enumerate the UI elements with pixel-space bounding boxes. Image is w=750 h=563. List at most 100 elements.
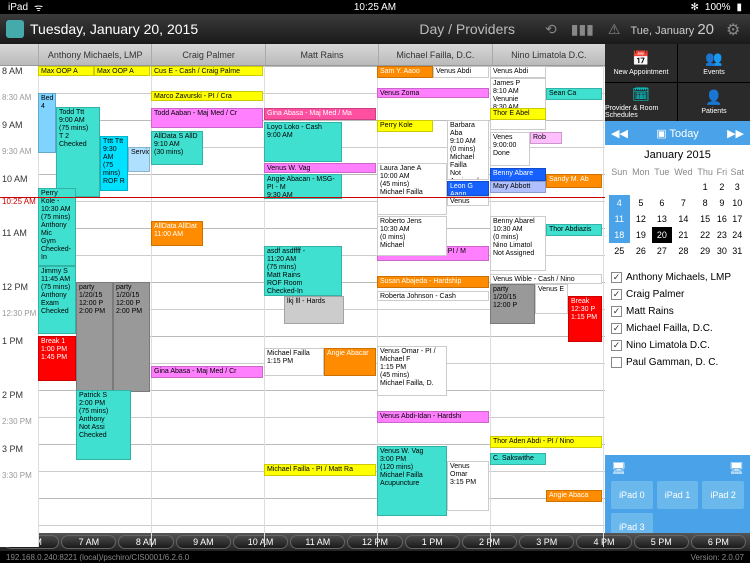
appointment-block[interactable]: asdf asdffff - 11:20 AM (75 mins) Matt R… bbox=[264, 246, 342, 296]
appointment-block[interactable]: Venus Omar - PI / Michael F 1:15 PM (45 … bbox=[377, 346, 447, 396]
mini-cal-day[interactable]: 11 bbox=[609, 211, 630, 227]
appointment-block[interactable]: Gina Abasa - Maj Med / Ma bbox=[264, 108, 376, 120]
appointment-block[interactable]: Venus Abdi bbox=[490, 66, 546, 78]
appointment-block[interactable]: Bed 4 bbox=[38, 93, 56, 153]
appointment-block[interactable]: Break 1 1:00 PM 1:45 PM bbox=[38, 336, 76, 381]
mini-cal-day[interactable]: 18 bbox=[609, 227, 630, 243]
ruler-hour[interactable]: 7 AM bbox=[61, 535, 116, 549]
provider-header[interactable]: Matt Rains bbox=[265, 44, 378, 65]
appointment-block[interactable]: Marco Zavurski - PI / Cra bbox=[151, 91, 263, 101]
appointment-block[interactable]: Venus Abdi-Idan - Hardshi bbox=[377, 411, 489, 423]
ruler-hour[interactable]: 8 AM bbox=[118, 535, 173, 549]
appointment-block[interactable]: Venus W. Vag 3:00 PM (120 mins) Michael … bbox=[377, 446, 447, 516]
header-mini-date[interactable]: Tue, January 20 bbox=[630, 21, 714, 38]
mini-cal-day[interactable]: 5 bbox=[630, 195, 653, 211]
provider-header[interactable]: Craig Palmer bbox=[151, 44, 264, 65]
mini-cal-day[interactable]: 12 bbox=[630, 211, 653, 227]
mini-cal-day[interactable]: 2 bbox=[715, 179, 728, 195]
monitor-icon[interactable]: 🖥 bbox=[611, 461, 626, 475]
appointment-block[interactable]: Angie Abacar bbox=[324, 348, 376, 376]
sidebar-action-patients[interactable]: 👤Patients bbox=[678, 83, 750, 121]
view-mode-selector[interactable]: Day / Providers bbox=[399, 21, 535, 37]
appointment-block[interactable]: Michael Failla - PI / Matt Ra bbox=[264, 464, 376, 476]
mini-cal-day[interactable] bbox=[609, 179, 630, 195]
appointment-block[interactable]: Angie Abacan - MSG-PI - M 9:30 AM bbox=[264, 174, 342, 199]
alert-icon[interactable]: ⚠ bbox=[608, 21, 621, 38]
device-tile[interactable]: iPad 2 bbox=[702, 481, 744, 509]
appointment-block[interactable]: Todd Ttt 9:00 AM (75 mins) T 2 Checked bbox=[56, 107, 100, 197]
checkbox-icon[interactable]: ✓ bbox=[611, 306, 622, 317]
mini-cal-day[interactable]: 16 bbox=[715, 211, 728, 227]
appointment-block[interactable]: Patrick S 2:00 PM (75 mins) Anthony Not … bbox=[76, 390, 131, 460]
appointment-block[interactable]: Cus E - Cash / Craig Palme bbox=[151, 66, 263, 76]
appointment-block[interactable]: Todd Aaban - Maj Med / Cr bbox=[151, 108, 263, 128]
mini-cal-day[interactable] bbox=[672, 179, 696, 195]
calendar-grid[interactable]: 8 AM8:30 AM9 AM9:30 AM10 AM10:25 AM11 AM… bbox=[0, 66, 605, 547]
sidebar-action-provider-room-schedules[interactable]: 🗓Provider & Room Schedules bbox=[605, 83, 677, 121]
mini-cal-day[interactable]: 1 bbox=[695, 179, 715, 195]
appointment-block[interactable]: party 1/20/15 12:00 P bbox=[490, 284, 535, 324]
mini-cal-day[interactable]: 8 bbox=[695, 195, 715, 211]
appointment-block[interactable]: Break 12:30 P 1:15 PM bbox=[568, 296, 602, 342]
sync-icon[interactable]: ⟲ bbox=[545, 21, 557, 38]
appointment-block[interactable]: Mary Abbott bbox=[490, 181, 546, 193]
appointment-block[interactable]: lkj lll - Hards bbox=[284, 296, 344, 324]
mini-cal-day[interactable] bbox=[630, 179, 653, 195]
device-tile[interactable]: iPad 0 bbox=[611, 481, 653, 509]
appointment-block[interactable]: James P 8:10 AM Venunie 8:30 AM Done bbox=[490, 78, 546, 130]
appointment-block[interactable]: Venes 9:00:00 Done bbox=[490, 132, 530, 166]
appointment-block[interactable]: Angie Abaca bbox=[546, 490, 602, 502]
mini-cal-day[interactable] bbox=[652, 179, 672, 195]
provider-filter-item[interactable]: ✓Anthony Michaels, LMP bbox=[609, 269, 746, 286]
appointment-block[interactable]: Thor Abdiazis bbox=[546, 224, 602, 236]
checkbox-icon[interactable]: ✓ bbox=[611, 340, 622, 351]
appointment-block[interactable]: Benny Abare bbox=[490, 168, 546, 181]
appointment-block[interactable]: Perry Kole - 10:30 AM (75 mins) Anthony … bbox=[38, 188, 76, 266]
ruler-hour[interactable]: 11 AM bbox=[290, 535, 345, 549]
mini-cal-day[interactable]: 25 bbox=[609, 243, 630, 259]
next-week-icon[interactable]: ▶▶ bbox=[727, 127, 744, 140]
mini-cal-day[interactable]: 14 bbox=[672, 211, 696, 227]
appointment-block[interactable]: Venus Abdi bbox=[433, 66, 489, 78]
ruler-hour[interactable]: 3 PM bbox=[519, 535, 574, 549]
mini-cal-day[interactable]: 28 bbox=[672, 243, 696, 259]
appointment-block[interactable]: Roberto Jens 10:30 AM (0 mins) Michael bbox=[377, 216, 447, 256]
mini-cal-day[interactable]: 29 bbox=[695, 243, 715, 259]
device-tile[interactable]: iPad 1 bbox=[657, 481, 699, 509]
appointment-block[interactable]: Max OOP A bbox=[38, 66, 94, 76]
mini-cal-day[interactable]: 22 bbox=[695, 227, 715, 243]
mini-cal-day[interactable]: 19 bbox=[630, 227, 653, 243]
provider-header[interactable]: Nino Limatola D.C. bbox=[492, 44, 605, 65]
appointment-block[interactable]: AllData S AllD 9:10 AM (30 mins) bbox=[151, 131, 203, 165]
mini-cal-day[interactable]: 30 bbox=[715, 243, 728, 259]
provider-filter-item[interactable]: Paul Gamman, D. C. bbox=[609, 354, 746, 371]
appointment-block[interactable]: Susan Abajeda - Hardship bbox=[377, 276, 489, 288]
appointment-block[interactable]: Perry Kole bbox=[377, 120, 433, 132]
mini-cal-day[interactable]: 7 bbox=[672, 195, 696, 211]
ruler-hour[interactable]: 9 AM bbox=[176, 535, 231, 549]
prev-week-icon[interactable]: ◀◀ bbox=[611, 127, 628, 140]
appointment-block[interactable]: Roberta Johnson - Cash bbox=[377, 291, 489, 301]
ruler-hour[interactable]: 5 PM bbox=[634, 535, 689, 549]
mini-cal-day[interactable]: 23 bbox=[715, 227, 728, 243]
appointment-block[interactable]: AllData AllDat 11:00 AM bbox=[151, 221, 203, 246]
provider-filter-item[interactable]: ✓Craig Palmer bbox=[609, 286, 746, 303]
ruler-hour[interactable]: 6 PM bbox=[691, 535, 746, 549]
sidebar-action-events[interactable]: 👥Events bbox=[678, 44, 750, 82]
appointment-block[interactable]: Venus Zoma bbox=[377, 88, 489, 98]
mini-cal-day[interactable]: 21 bbox=[672, 227, 696, 243]
appointment-block[interactable]: Venus W. Vag bbox=[264, 163, 376, 173]
appointment-block[interactable]: Michael Failla 1:15 PM bbox=[264, 348, 324, 376]
appointment-block[interactable]: Venus Omar 3:15 PM bbox=[447, 461, 489, 511]
appointment-block[interactable]: Sandy M. Ab bbox=[546, 174, 602, 188]
ruler-hour[interactable]: 10 AM bbox=[233, 535, 288, 549]
mini-cal-day[interactable]: 17 bbox=[729, 211, 746, 227]
appointment-block[interactable]: party 1/20/15 12:00 P 2:00 PM bbox=[76, 282, 113, 392]
appointment-block[interactable]: Max OOP A bbox=[94, 66, 150, 76]
provider-header[interactable]: Anthony Michaels, LMP bbox=[38, 44, 151, 65]
appointment-block[interactable]: Tttt Ttt 9:30 AM (75 mins) ROF R bbox=[100, 136, 128, 191]
provider-filter-item[interactable]: ✓Nino Limatola D.C. bbox=[609, 337, 746, 354]
appointment-block[interactable]: Rob bbox=[530, 132, 562, 144]
ruler-hour[interactable]: 12 PM bbox=[347, 535, 402, 549]
appointment-block[interactable]: Servic bbox=[128, 147, 150, 172]
